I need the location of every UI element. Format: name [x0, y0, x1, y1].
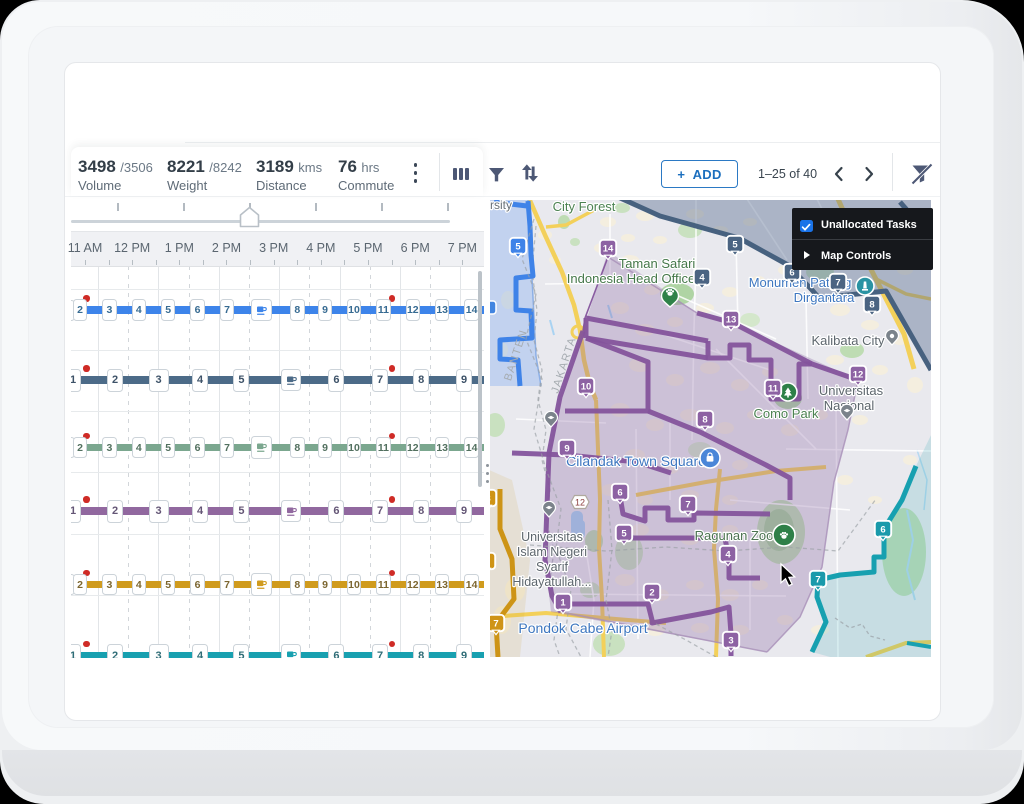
svg-text:10: 10	[581, 382, 592, 393]
svg-text:8: 8	[702, 415, 707, 426]
svg-text:5: 5	[515, 242, 521, 253]
svg-text:Islam Negeri: Islam Negeri	[517, 545, 587, 559]
svg-text:12: 12	[575, 497, 585, 507]
svg-text:Kalibata City: Kalibata City	[812, 333, 885, 348]
svg-text:6: 6	[880, 525, 885, 536]
svg-text:3: 3	[728, 636, 733, 647]
svg-text:6: 6	[617, 488, 622, 499]
svg-text:12: 12	[853, 370, 864, 381]
svg-text:Taman Safari: Taman Safari	[619, 256, 696, 271]
svg-text:1: 1	[560, 598, 566, 609]
svg-text:5: 5	[732, 240, 738, 251]
svg-text:14: 14	[603, 244, 614, 255]
svg-text:Ragunan Zoo: Ragunan Zoo	[695, 528, 774, 543]
svg-text:7: 7	[835, 278, 840, 289]
svg-text:5: 5	[621, 529, 627, 540]
svg-text:11: 11	[768, 384, 779, 395]
svg-text:Universitas: Universitas	[819, 383, 884, 398]
svg-text:9: 9	[564, 444, 569, 455]
svg-text:Universitas: Universitas	[521, 530, 583, 544]
svg-text:7: 7	[685, 500, 690, 511]
svg-text:13: 13	[726, 315, 737, 326]
svg-text:rsity: rsity	[490, 200, 512, 212]
svg-text:8: 8	[490, 494, 491, 505]
svg-text:7: 7	[493, 619, 498, 630]
svg-text:2: 2	[649, 588, 654, 599]
svg-text:7: 7	[815, 575, 820, 586]
svg-text:City Forest: City Forest	[553, 200, 616, 214]
svg-text:Como Park: Como Park	[753, 406, 819, 421]
svg-text:Cilandak Town Square: Cilandak Town Square	[566, 453, 706, 469]
svg-text:4: 4	[699, 273, 705, 284]
svg-text:Dirgantara: Dirgantara	[794, 290, 855, 305]
svg-text:Syarif: Syarif	[536, 560, 568, 574]
svg-text:Pondok Cabe Airport: Pondok Cabe Airport	[518, 620, 647, 636]
svg-text:Indonesia Head Office: Indonesia Head Office	[567, 271, 695, 286]
svg-text:8: 8	[869, 300, 874, 311]
svg-text:4: 4	[725, 550, 731, 561]
svg-text:Hidayatullah...: Hidayatullah...	[512, 575, 591, 589]
